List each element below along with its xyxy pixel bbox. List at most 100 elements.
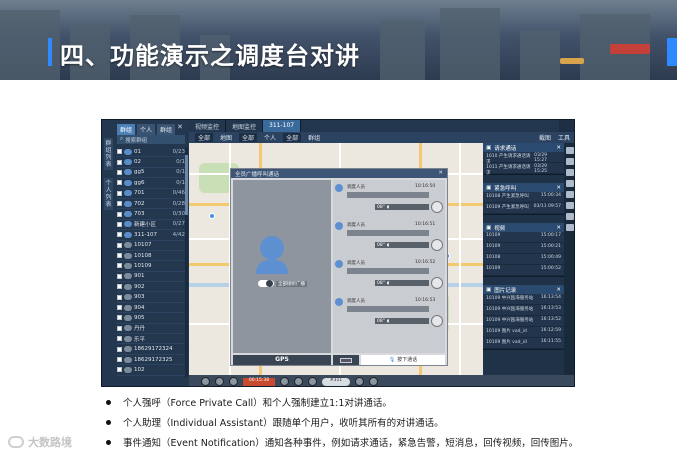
video-icon[interactable] xyxy=(566,213,574,220)
sidebar-list-item[interactable]: 702 0/28 xyxy=(117,199,185,210)
gps-button[interactable]: GPS xyxy=(233,355,331,365)
sidebar-list-item[interactable]: gg5 0/1 xyxy=(117,168,185,179)
sidebar-list-item[interactable]: 乐平 xyxy=(117,334,185,345)
search-input[interactable]: ⌕ 搜索群组 xyxy=(117,135,185,144)
voice-message[interactable]: 08" ◖ xyxy=(375,242,429,248)
image-icon[interactable] xyxy=(566,224,574,231)
checkbox[interactable] xyxy=(117,149,122,155)
sidebar-list-item[interactable]: 18629172324 xyxy=(117,344,185,355)
sidebar-list-item[interactable]: 904 xyxy=(117,303,185,314)
event-item[interactable]: 10109 产生紧急呼叫 03/11 09:57 xyxy=(483,203,564,214)
checkbox[interactable] xyxy=(117,346,122,352)
checkbox[interactable] xyxy=(117,305,122,311)
sidebar-list-item[interactable]: 丹丹 xyxy=(117,324,185,335)
toolbar-screenshot[interactable]: 截图 xyxy=(539,133,551,142)
event-item[interactable]: 10109 中兴瓯海服务站 16:13:53 xyxy=(483,305,564,316)
sidebar-list-item[interactable]: 903 xyxy=(117,292,185,303)
close-icon[interactable]: ✕ xyxy=(177,123,183,131)
sidebar-list-item[interactable]: 01 0/23 xyxy=(117,147,185,158)
phone-icon[interactable] xyxy=(566,169,574,176)
channel-pill[interactable]: #311 xyxy=(322,377,350,386)
event-item[interactable]: 10109 15:00:21 xyxy=(483,243,564,254)
user-icon[interactable] xyxy=(566,147,574,154)
play-button[interactable] xyxy=(431,201,443,213)
dialog-close-icon[interactable]: ✕ xyxy=(438,170,443,177)
control-button[interactable] xyxy=(201,377,210,386)
vtab-groups[interactable]: 群组列表 xyxy=(104,138,113,170)
voice-message[interactable]: 08" ◖ xyxy=(375,318,429,324)
sidebar-list-item[interactable]: 新建小区 0/27 xyxy=(117,220,185,231)
checkbox[interactable] xyxy=(117,201,122,207)
sidebar-list-item[interactable]: 311-107 4/42 xyxy=(117,230,185,241)
control-button[interactable] xyxy=(215,377,224,386)
control-button[interactable] xyxy=(280,377,289,386)
keyboard-icon[interactable] xyxy=(333,355,359,365)
close-icon[interactable]: ✕ xyxy=(556,287,561,293)
toolbar-tools[interactable]: 工具 xyxy=(558,133,570,142)
control-button[interactable] xyxy=(369,377,378,386)
tab-map-monitor[interactable]: 地图监控 xyxy=(226,120,264,132)
play-button[interactable] xyxy=(431,277,443,289)
checkbox[interactable] xyxy=(117,263,122,269)
control-button[interactable] xyxy=(294,377,303,386)
toolbar-person[interactable]: 个人 xyxy=(264,133,276,142)
camera-icon[interactable] xyxy=(566,191,574,198)
tab-311-107[interactable]: 311-107 xyxy=(263,120,302,132)
tab-video-monitor[interactable]: 视频监控 xyxy=(189,120,227,132)
checkbox[interactable] xyxy=(117,190,122,196)
mail-icon[interactable] xyxy=(566,180,574,187)
sidebar-list-item[interactable]: 10108 xyxy=(117,251,185,262)
filter-all-select-2[interactable]: 全部 xyxy=(239,133,258,142)
checkbox[interactable] xyxy=(117,221,122,227)
event-item[interactable]: 10109 图片 vad_id 16:11:55 xyxy=(483,338,564,349)
gps-icon[interactable] xyxy=(566,202,574,209)
toolbar-group[interactable]: 群组 xyxy=(308,133,320,142)
event-item[interactable]: 10108 15:00:49 xyxy=(483,254,564,265)
close-icon[interactable]: ✕ xyxy=(556,145,561,151)
checkbox[interactable] xyxy=(117,357,122,362)
checkbox[interactable] xyxy=(117,315,122,321)
checkbox[interactable] xyxy=(117,180,122,186)
mic-icon[interactable] xyxy=(566,158,574,165)
tab-group[interactable]: 群组 xyxy=(117,124,136,135)
map-marker[interactable] xyxy=(209,213,215,219)
event-item[interactable]: 10109 中兴瓯海服务站 16:13:54 xyxy=(483,294,564,305)
close-icon[interactable]: ✕ xyxy=(556,225,561,231)
voice-message[interactable]: 08" ◖ xyxy=(375,280,429,286)
play-button[interactable] xyxy=(431,239,443,251)
event-item[interactable]: 1011 产生请求通话请求 03/29 15:25 xyxy=(483,163,564,176)
checkbox[interactable] xyxy=(117,294,122,300)
checkbox[interactable] xyxy=(117,367,122,373)
vtab-persons[interactable]: 个人列表 xyxy=(104,178,113,210)
event-item[interactable]: 10109 图片 vad_id 16:12:59 xyxy=(483,327,564,338)
event-item[interactable]: 10109 15:00:52 xyxy=(483,265,564,276)
checkbox[interactable] xyxy=(117,336,122,342)
sidebar-scrollbar[interactable] xyxy=(185,147,188,377)
checkbox[interactable] xyxy=(117,273,122,279)
filter-all-select-3[interactable]: 全部 xyxy=(283,133,302,142)
checkbox[interactable] xyxy=(117,253,122,259)
event-item[interactable]: 1010 产生请求通话请求 03/29 15:27 xyxy=(483,152,564,165)
checkbox[interactable] xyxy=(117,211,122,217)
event-item[interactable]: 10109 中兴瓯海服务站 16:13:52 xyxy=(483,316,564,327)
sidebar-list-item[interactable]: 10109 xyxy=(117,261,185,272)
sidebar-list-item[interactable]: 703 0/30 xyxy=(117,209,185,220)
play-button[interactable] xyxy=(431,315,443,327)
sidebar-list-item[interactable]: gg6 0/1 xyxy=(117,178,185,189)
checkbox[interactable] xyxy=(117,325,122,331)
event-item[interactable]: 10109 15:00:17 xyxy=(483,232,564,243)
push-to-talk-button[interactable]: 🎙 按下通话 xyxy=(361,355,445,365)
control-button[interactable] xyxy=(229,377,238,386)
checkbox[interactable] xyxy=(117,284,122,290)
sidebar-list-item[interactable]: 102 xyxy=(117,365,185,376)
sidebar-list-item[interactable]: 701 0/46 xyxy=(117,189,185,199)
toolbar-map[interactable]: 地图 xyxy=(220,133,232,142)
voice-message[interactable]: 08" ◖ xyxy=(375,204,429,210)
tab-group-2[interactable]: 群组 xyxy=(157,124,176,135)
control-button[interactable] xyxy=(355,377,364,386)
control-button[interactable] xyxy=(308,377,317,386)
sidebar-list-item[interactable]: 02 0/1 xyxy=(117,157,185,168)
tab-person[interactable]: 个人 xyxy=(137,124,156,135)
sidebar-list-item[interactable]: 902 xyxy=(117,282,185,293)
checkbox[interactable] xyxy=(117,232,122,238)
